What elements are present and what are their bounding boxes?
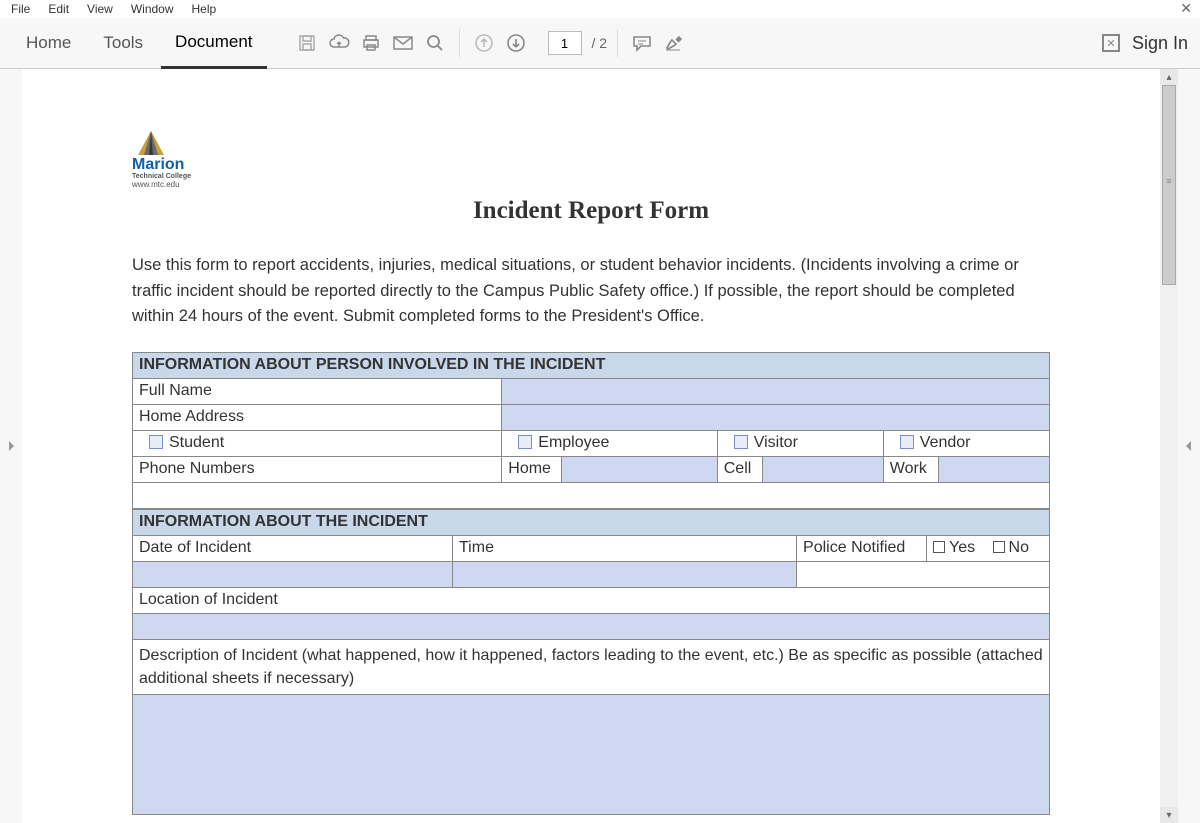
field-phone-work[interactable]	[938, 456, 1049, 482]
label-location: Location of Incident	[133, 587, 1050, 613]
menu-view[interactable]: View	[78, 2, 122, 16]
sign-in-button[interactable]: Sign In	[1132, 33, 1188, 54]
checkbox-icon[interactable]	[734, 435, 748, 449]
intro-text: Use this form to report accidents, injur…	[132, 253, 1050, 330]
cloud-upload-icon[interactable]	[325, 29, 353, 57]
separator	[459, 29, 460, 57]
person-info-table: INFORMATION ABOUT PERSON INVOLVED IN THE…	[132, 352, 1050, 509]
field-location[interactable]	[133, 613, 1050, 639]
menu-edit[interactable]: Edit	[39, 2, 78, 16]
field-phone-home[interactable]	[562, 456, 717, 482]
section-header-incident: INFORMATION ABOUT THE INCIDENT	[133, 509, 1050, 535]
logo-name: Marion	[132, 157, 1050, 173]
label-phone-work: Work	[883, 456, 938, 482]
mail-icon[interactable]	[389, 29, 417, 57]
print-icon[interactable]	[357, 29, 385, 57]
toolbar: Home Tools Document / 2 ✕ Sign In	[0, 18, 1200, 69]
tab-document[interactable]: Document	[161, 18, 266, 69]
save-icon[interactable]	[293, 29, 321, 57]
option-police-no[interactable]: No	[987, 535, 1050, 561]
checkbox-icon[interactable]	[149, 435, 163, 449]
menu-window[interactable]: Window	[122, 2, 183, 16]
close-icon[interactable]: ✕	[1180, 0, 1192, 17]
field-fullname[interactable]	[502, 378, 1050, 404]
section-header-person: INFORMATION ABOUT PERSON INVOLVED IN THE…	[133, 352, 1050, 378]
label-phone-cell: Cell	[717, 456, 762, 482]
scroll-up-icon[interactable]: ▴	[1160, 69, 1178, 85]
checkbox-icon[interactable]	[933, 541, 945, 553]
menu-bar: File Edit View Window Help ✕	[0, 0, 1200, 18]
menu-file[interactable]: File	[2, 2, 39, 16]
chevron-left-icon	[1185, 440, 1193, 452]
page-up-icon[interactable]	[470, 29, 498, 57]
separator	[617, 29, 618, 57]
field-description[interactable]	[133, 695, 1050, 815]
field-time[interactable]	[453, 561, 797, 587]
logo-url: www.mtc.edu	[132, 180, 1050, 189]
hover-tool-icon[interactable]: ✕	[1102, 34, 1120, 52]
document-viewport: Marion Technical College www.mtc.edu Inc…	[22, 69, 1160, 823]
label-description: Description of Incident (what happened, …	[133, 639, 1050, 694]
sign-icon[interactable]	[660, 29, 688, 57]
scroll-thumb[interactable]: ≡	[1162, 85, 1176, 285]
option-police-yes[interactable]: Yes	[927, 535, 987, 561]
field-phone-cell[interactable]	[762, 456, 883, 482]
scroll-track[interactable]: ≡	[1160, 85, 1178, 807]
field-address[interactable]	[502, 404, 1050, 430]
page-down-icon[interactable]	[502, 29, 530, 57]
right-panel-toggle[interactable]	[1178, 69, 1200, 823]
page-total: / 2	[592, 35, 608, 51]
label-time: Time	[453, 535, 797, 561]
tab-tools[interactable]: Tools	[89, 18, 157, 69]
option-student[interactable]: Student	[133, 430, 502, 456]
checkbox-icon[interactable]	[993, 541, 1005, 553]
label-fullname: Full Name	[133, 378, 502, 404]
option-employee[interactable]: Employee	[502, 430, 717, 456]
chevron-right-icon	[7, 440, 15, 452]
label-phone-home: Home	[502, 456, 562, 482]
scrollbar[interactable]: ▴ ≡ ▾	[1160, 69, 1178, 823]
field-date[interactable]	[133, 561, 453, 587]
checkbox-icon[interactable]	[900, 435, 914, 449]
option-vendor[interactable]: Vendor	[883, 430, 1049, 456]
label-address: Home Address	[133, 404, 502, 430]
document-title: Incident Report Form	[132, 197, 1050, 225]
comment-icon[interactable]	[628, 29, 656, 57]
incident-info-table: INFORMATION ABOUT THE INCIDENT Date of I…	[132, 509, 1050, 815]
logo: Marion Technical College www.mtc.edu	[132, 129, 1050, 189]
scroll-down-icon[interactable]: ▾	[1160, 807, 1178, 823]
page-number-input[interactable]	[548, 31, 582, 55]
left-panel-toggle[interactable]	[0, 69, 22, 823]
checkbox-icon[interactable]	[518, 435, 532, 449]
label-police: Police Notified	[797, 535, 927, 561]
search-icon[interactable]	[421, 29, 449, 57]
option-visitor[interactable]: Visitor	[717, 430, 883, 456]
label-date: Date of Incident	[133, 535, 453, 561]
menu-help[interactable]: Help	[183, 2, 226, 16]
logo-subtitle: Technical College	[132, 173, 1050, 180]
tab-home[interactable]: Home	[12, 18, 85, 69]
label-phones: Phone Numbers	[133, 456, 502, 482]
